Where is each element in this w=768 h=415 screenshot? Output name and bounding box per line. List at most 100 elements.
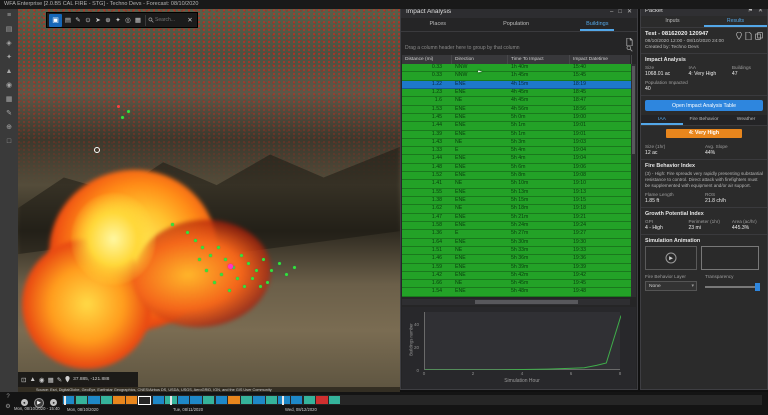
timeline-segment[interactable]: [190, 396, 201, 404]
table-row[interactable]: 1.33E5h 4m19:04: [402, 147, 632, 155]
north-arrow-icon[interactable]: ▲: [29, 376, 35, 383]
fire-behavior-layer-select[interactable]: None ▾: [645, 281, 697, 291]
timeline-track[interactable]: [62, 395, 762, 405]
column-header[interactable]: Impact Datetime: [570, 55, 632, 64]
map-tool-icon[interactable]: ▦: [133, 16, 143, 24]
locate-run-icon[interactable]: [736, 32, 742, 40]
rail-tool-icon[interactable]: ▦: [6, 95, 13, 104]
tab-results[interactable]: Results: [704, 16, 767, 27]
copy-run-icon[interactable]: [755, 32, 763, 40]
table-row[interactable]: 1.59ENE5h 39m19:39: [402, 264, 632, 272]
timeline-segment[interactable]: [278, 396, 289, 404]
table-row[interactable]: 1.41NE5h 10m19:10: [402, 180, 632, 188]
timeline-segment[interactable]: [76, 396, 87, 404]
export-file-icon[interactable]: [626, 38, 633, 46]
table-row[interactable]: 1.44ENE5h 4m19:04: [402, 155, 632, 163]
timeline-segment[interactable]: [203, 396, 214, 404]
table-row[interactable]: 0.33NNW1h 40m15:40: [402, 64, 632, 72]
layers-tool-button[interactable]: ▣: [49, 14, 62, 27]
slider-thumb[interactable]: [755, 283, 760, 291]
timeline-segment[interactable]: [113, 396, 124, 404]
table-row[interactable]: 1.44ENE5h 1m19:01: [402, 122, 632, 130]
subtab-iaa[interactable]: IAA: [641, 115, 683, 125]
timeline-segment[interactable]: [153, 396, 164, 404]
timeline-segment[interactable]: [304, 396, 315, 404]
menu-icon[interactable]: ≡: [7, 11, 11, 20]
basemap-grid-icon[interactable]: ▦: [48, 376, 54, 384]
rail-tool-icon[interactable]: ✎: [6, 109, 12, 118]
table-row[interactable]: 1.43NE5h 3m19:03: [402, 139, 632, 147]
timeline-segment[interactable]: [126, 396, 137, 404]
report-file-icon[interactable]: [745, 32, 752, 40]
table-row[interactable]: 1.64ENE5h 30m19:30: [402, 239, 632, 247]
map-tool-icon[interactable]: ✎: [73, 16, 83, 24]
play-animation-icon[interactable]: ▶: [666, 252, 677, 263]
timeline-segment[interactable]: [241, 396, 252, 404]
column-header[interactable]: Distance (mi): [402, 55, 452, 64]
group-by-hint-row[interactable]: Drag a column header here to group by th…: [401, 43, 637, 54]
table-row[interactable]: 1.62NE5h 18m19:18: [402, 205, 632, 213]
table-row[interactable]: 1.38ENE5h 15m19:15: [402, 197, 632, 205]
clear-search-icon[interactable]: ✕: [185, 16, 195, 24]
table-row[interactable]: 1.46ENE5h 36m19:36: [402, 255, 632, 263]
table-row[interactable]: 1.6NE4h 45m18:47: [402, 97, 632, 105]
rail-tool-icon[interactable]: ✦: [6, 53, 12, 62]
rail-tool-icon[interactable]: □: [7, 137, 11, 146]
timeline-segment[interactable]: [101, 396, 112, 404]
map-tool-icon[interactable]: ◎: [123, 16, 133, 24]
timeline-segment[interactable]: [178, 396, 189, 404]
draw-icon[interactable]: ✎: [57, 376, 62, 384]
table-row[interactable]: 1.48ENE5h 6m19:06: [402, 164, 632, 172]
table-row[interactable]: 1.51NE5h 33m19:33: [402, 247, 632, 255]
filter-search-icon[interactable]: [626, 45, 633, 52]
table-row[interactable]: 1.53ENE4h 56m18:56: [402, 106, 632, 114]
timeline-segment[interactable]: [216, 396, 227, 404]
table-row[interactable]: 1.36E5h 27m19:27: [402, 230, 632, 238]
table-row[interactable]: 1.45ENE5h 0m19:00: [402, 114, 632, 122]
fullscreen-icon[interactable]: ⊡: [21, 376, 26, 384]
map-tool-icon[interactable]: ✦: [113, 16, 123, 24]
transparency-slider[interactable]: [705, 286, 759, 288]
table-row[interactable]: 1.66NE5h 45m19:45: [402, 280, 632, 288]
rail-tool-icon[interactable]: ◈: [6, 39, 11, 48]
subtab-weather[interactable]: Weather: [725, 115, 767, 125]
rail-tool-icon[interactable]: ◉: [6, 81, 12, 90]
gear-icon[interactable]: ⚙: [5, 403, 10, 411]
timeline-current-marker[interactable]: [138, 396, 151, 405]
table-row[interactable]: 1.52ENE5h 8m19:08: [402, 172, 632, 180]
map-tool-icon[interactable]: ⊙: [83, 16, 93, 24]
open-impact-analysis-table-button[interactable]: Open Impact Analysis Table: [645, 100, 763, 111]
timeline-segment[interactable]: [291, 396, 302, 404]
tab-buildings[interactable]: Buildings: [580, 18, 614, 31]
rail-tool-icon[interactable]: ▤: [6, 25, 13, 34]
map-viewport[interactable]: ▣ ▤✎⊙➤⊕✦◎▦ ✕ ⊡ ▲ ◉ ▦ ✎ 37.885, -121.888 …: [18, 9, 400, 392]
vertical-scrollbar[interactable]: [631, 64, 636, 297]
rail-tool-icon[interactable]: ⊕: [6, 123, 12, 132]
column-header[interactable]: Time To Impact: [508, 55, 570, 64]
timeline-segment[interactable]: [88, 396, 99, 404]
subtab-fire-behavior[interactable]: Fire Behavior: [683, 115, 725, 125]
table-row[interactable]: 1.23ENE4h 45m18:45: [402, 89, 632, 97]
map-tool-icon[interactable]: ➤: [93, 16, 103, 24]
animation-preview-box[interactable]: ▶: [645, 246, 697, 270]
rail-tool-icon[interactable]: ▲: [6, 67, 13, 76]
table-row[interactable]: 1.54ENE5h 48m19:48: [402, 288, 632, 296]
tab-places[interactable]: Places: [424, 18, 453, 31]
table-row[interactable]: 1.22ENE4h 15m18:19: [402, 81, 632, 89]
timeline-segment[interactable]: [253, 396, 264, 404]
table-row[interactable]: 1.42ENE5h 42m19:42: [402, 272, 632, 280]
timeline-segment[interactable]: [316, 396, 327, 404]
timeline-segment[interactable]: [266, 396, 277, 404]
tab-inputs[interactable]: Inputs: [641, 16, 704, 27]
timeline-segment[interactable]: [228, 396, 239, 404]
table-row[interactable]: 1.55ENE5h 13m19:13: [402, 189, 632, 197]
help-icon[interactable]: ?: [6, 393, 9, 401]
timeline-segment[interactable]: [329, 396, 340, 404]
table-row[interactable]: 0.33NNW1h 45m15:45: [402, 72, 632, 80]
table-row[interactable]: 1.47ENE5h 21m19:21: [402, 214, 632, 222]
table-row[interactable]: 1.58ENE5h 24m19:24: [402, 222, 632, 230]
map-tool-icon[interactable]: ⊕: [103, 16, 113, 24]
visibility-icon[interactable]: ◉: [39, 376, 45, 384]
horizontal-scrollbar[interactable]: [402, 299, 630, 305]
map-tool-icon[interactable]: ▤: [63, 16, 73, 24]
